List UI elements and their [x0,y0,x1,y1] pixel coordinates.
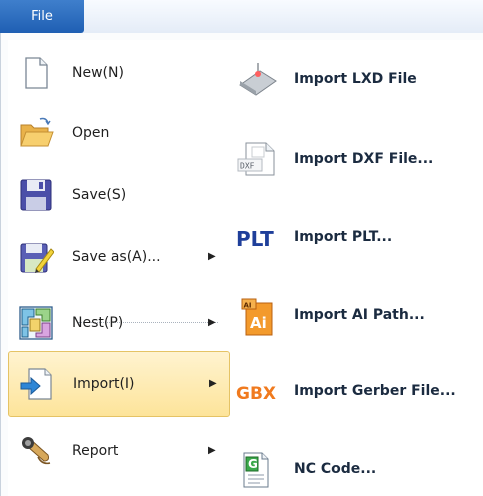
menu-item-nest[interactable]: Nest(P) ▶ [8,296,230,350]
submenu-item-label: Import DXF File... [294,151,434,167]
ribbon-strip [84,0,483,33]
submenu-item-nc-code[interactable]: G NC Code... [230,442,483,496]
report-icon [18,433,54,469]
submenu-item-label: NC Code... [294,461,377,477]
plt-icon: PLT [236,219,278,255]
file-menu-left-column: New(N) Open Save(S) Save as(A)... ▶ Nest… [8,40,231,496]
submenu-item-label: Import LXD File [294,71,417,87]
svg-text:G: G [248,457,258,471]
submenu-item-import-gerber[interactable]: GBX Import Gerber File... [230,364,483,418]
submenu-arrow-icon: ▶ [208,251,216,262]
menu-item-label: Open [72,125,110,141]
menu-item-new[interactable]: New(N) [8,46,230,100]
menu-item-report[interactable]: Report ▶ [8,424,230,478]
open-folder-icon [18,115,54,151]
nc-code-icon: G [236,451,278,488]
svg-text:AI: AI [244,302,252,310]
menu-item-save-as[interactable]: Save as(A)... ▶ [8,230,230,284]
dxf-file-icon: DXF [236,141,278,177]
submenu-item-import-ai[interactable]: AI Ai Import AI Path... [230,288,483,342]
submenu-arrow-icon: ▶ [208,317,216,328]
submenu-item-import-lxd[interactable]: Import LXD File [230,52,483,106]
gbx-icon: GBX [236,373,278,409]
import-submenu: Import LXD File DXF Import DXF File... P… [230,40,483,496]
menu-item-label: New(N) [72,65,124,81]
submenu-arrow-icon: ▶ [208,445,216,456]
menu-item-label: Save(S) [72,187,127,203]
nest-icon [18,305,54,341]
submenu-item-label: Import AI Path... [294,307,425,323]
menu-item-label: Nest(P) [72,315,124,331]
save-as-icon [18,239,54,275]
submenu-item-import-plt[interactable]: PLT Import PLT... [230,210,483,264]
svg-text:DXF: DXF [240,162,255,171]
submenu-arrow-icon: ▶ [209,378,217,389]
svg-text:Ai: Ai [250,314,267,332]
import-icon [19,366,55,402]
ai-file-icon: AI Ai [236,297,278,336]
menu-item-save[interactable]: Save(S) [8,168,230,222]
submenu-item-label: Import PLT... [294,229,393,245]
ribbon-top-bar: File [0,0,483,34]
submenu-item-label: Import Gerber File... [294,383,456,399]
svg-text:PLT: PLT [236,227,274,251]
menu-item-label: Save as(A)... [72,249,161,265]
menu-item-import[interactable]: Import(I) ▶ [8,351,230,417]
menu-item-label: Import(I) [73,376,135,392]
menu-item-open[interactable]: Open [8,106,230,160]
menu-item-label: Report [72,443,119,459]
new-document-icon [18,55,54,91]
svg-text:GBX: GBX [236,384,276,404]
file-tab[interactable]: File [0,0,84,33]
submenu-item-import-dxf[interactable]: DXF Import DXF File... [230,132,483,186]
save-disk-icon [18,177,54,213]
lxd-file-icon [236,61,278,97]
